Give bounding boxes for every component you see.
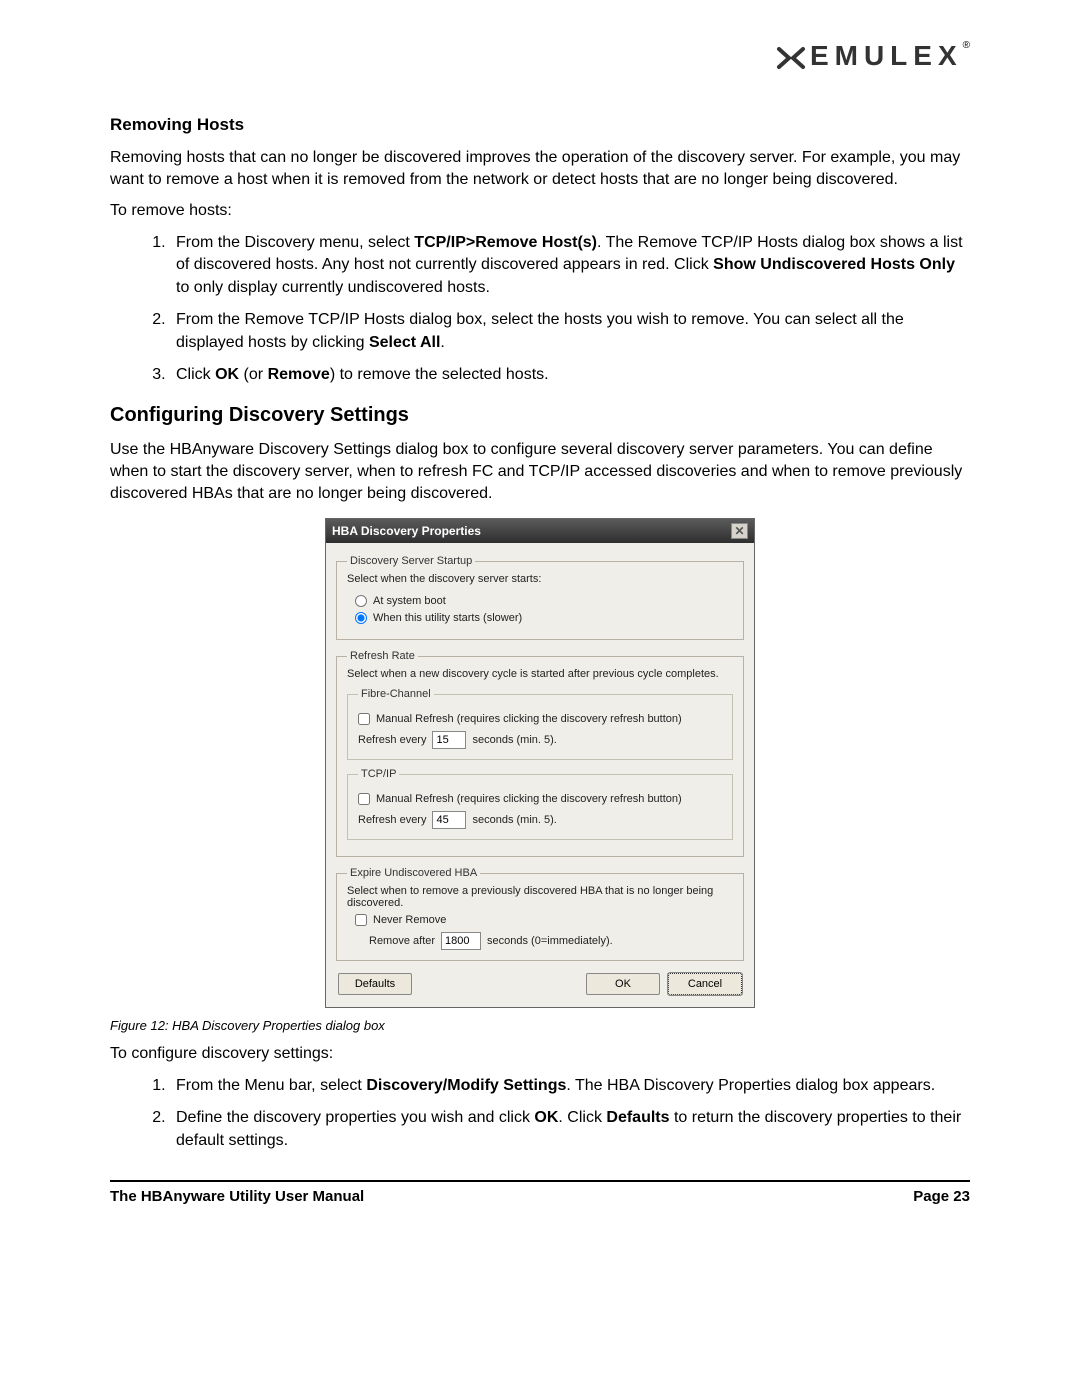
footer-rule — [110, 1180, 970, 1182]
remove-hosts-steps: From the Discovery menu, select TCP/IP>R… — [110, 232, 970, 386]
remove-after-label: Remove after — [369, 935, 435, 947]
emulex-logo-icon — [776, 46, 806, 75]
step-2: From the Remove TCP/IP Hosts dialog box,… — [170, 309, 970, 354]
group-legend-tcpip: TCP/IP — [358, 768, 399, 780]
figure-caption: Figure 12: HBA Discovery Properties dial… — [110, 1018, 970, 1033]
never-remove-label: Never Remove — [373, 914, 446, 926]
fc-seconds-label: seconds (min. 5). — [472, 734, 556, 746]
tcpip-manual-refresh-label: Manual Refresh (requires clicking the di… — [376, 793, 682, 805]
configure-steps: From the Menu bar, select Discovery/Modi… — [110, 1075, 970, 1152]
config-step-1: From the Menu bar, select Discovery/Modi… — [170, 1075, 970, 1097]
tcpip-seconds-label: seconds (min. 5). — [472, 814, 556, 826]
removing-hosts-heading: Removing Hosts — [110, 115, 970, 135]
dialog-title: HBA Discovery Properties — [332, 524, 481, 538]
checkbox-tcpip-manual-refresh[interactable] — [358, 793, 370, 805]
config-step-2: Define the discovery properties you wish… — [170, 1107, 970, 1152]
fc-manual-refresh-label: Manual Refresh (requires clicking the di… — [376, 713, 682, 725]
dialog-titlebar[interactable]: HBA Discovery Properties ✕ — [326, 519, 754, 543]
checkbox-never-remove[interactable] — [355, 914, 367, 926]
radio-system-boot[interactable] — [355, 595, 367, 607]
fc-refresh-every-label: Refresh every — [358, 734, 426, 746]
step-3: Click OK (or Remove) to remove the selec… — [170, 364, 970, 386]
radio-system-boot-label: At system boot — [373, 595, 446, 607]
remove-after-seconds-input[interactable] — [441, 932, 481, 950]
group-legend-expire: Expire Undiscovered HBA — [347, 867, 480, 879]
group-legend-fc: Fibre-Channel — [358, 688, 434, 700]
fc-refresh-seconds-input[interactable] — [432, 731, 466, 749]
page-footer: The HBAnyware Utility User Manual Page 2… — [110, 1188, 970, 1225]
cancel-button[interactable]: Cancel — [668, 973, 742, 995]
configuring-discovery-heading: Configuring Discovery Settings — [110, 404, 970, 427]
group-legend-refresh: Refresh Rate — [347, 650, 418, 662]
hba-discovery-dialog: HBA Discovery Properties ✕ Discovery Ser… — [325, 518, 755, 1008]
step-1: From the Discovery menu, select TCP/IP>R… — [170, 232, 970, 299]
removing-hosts-intro: Removing hosts that can no longer be dis… — [110, 147, 970, 190]
footer-page-number: Page 23 — [913, 1188, 970, 1205]
group-refresh-rate: Refresh Rate Select when a new discovery… — [336, 650, 744, 857]
ok-button[interactable]: OK — [586, 973, 660, 995]
header-logo: EMULEX® — [110, 40, 970, 75]
checkbox-fc-manual-refresh[interactable] — [358, 713, 370, 725]
to-remove-hosts: To remove hosts: — [110, 200, 970, 222]
configuring-intro: Use the HBAnyware Discovery Settings dia… — [110, 439, 970, 504]
group-tcpip: TCP/IP Manual Refresh (requires clicking… — [347, 768, 733, 840]
close-icon[interactable]: ✕ — [731, 523, 748, 539]
radio-utility-starts[interactable] — [355, 612, 367, 624]
tcpip-refresh-seconds-input[interactable] — [432, 811, 466, 829]
logo-text: EMULEX — [810, 40, 963, 71]
group-discovery-startup: Discovery Server Startup Select when the… — [336, 555, 744, 640]
footer-manual-title: The HBAnyware Utility User Manual — [110, 1188, 364, 1205]
group-fibre-channel: Fibre-Channel Manual Refresh (requires c… — [347, 688, 733, 760]
remove-after-seconds-label: seconds (0=immediately). — [487, 935, 613, 947]
startup-desc: Select when the discovery server starts: — [347, 573, 733, 585]
group-expire-hba: Expire Undiscovered HBA Select when to r… — [336, 867, 744, 961]
refresh-desc: Select when a new discovery cycle is sta… — [347, 668, 733, 680]
expire-desc: Select when to remove a previously disco… — [347, 885, 733, 909]
tcpip-refresh-every-label: Refresh every — [358, 814, 426, 826]
defaults-button[interactable]: Defaults — [338, 973, 412, 995]
group-legend-startup: Discovery Server Startup — [347, 555, 475, 567]
to-configure-settings: To configure discovery settings: — [110, 1043, 970, 1065]
radio-utility-starts-label: When this utility starts (slower) — [373, 612, 522, 624]
